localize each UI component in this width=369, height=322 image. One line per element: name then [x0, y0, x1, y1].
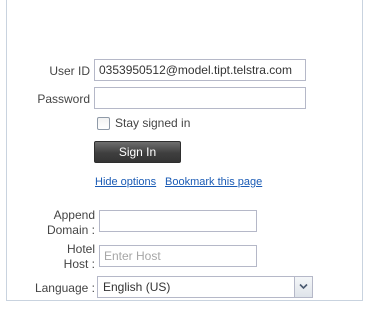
hotel-host-label-line1: Hotel [66, 242, 95, 256]
user-id-input[interactable] [94, 59, 306, 81]
append-domain-label-line1: Append [53, 208, 95, 222]
stay-signed-in-label[interactable]: Stay signed in [115, 116, 190, 130]
stay-signed-in-checkbox[interactable] [97, 117, 110, 130]
append-domain-input[interactable] [99, 210, 257, 232]
hotel-host-label-line2: Host : [63, 257, 95, 271]
language-value: English (US) [103, 280, 171, 294]
hotel-host-input[interactable] [99, 245, 257, 267]
append-domain-label-line2: Domain : [46, 223, 95, 237]
chevron-down-icon [299, 283, 308, 290]
language-dropdown-button[interactable] [294, 277, 312, 297]
bookmark-link[interactable]: Bookmark this page [165, 176, 262, 188]
language-label: Language : [34, 281, 95, 295]
hide-options-link[interactable]: Hide options [95, 176, 156, 188]
password-input[interactable] [94, 87, 306, 109]
language-select[interactable]: English (US) [97, 276, 313, 298]
password-label: Password [37, 92, 90, 106]
user-id-label: User ID [49, 64, 90, 78]
sign-in-button[interactable]: Sign In [94, 141, 181, 163]
